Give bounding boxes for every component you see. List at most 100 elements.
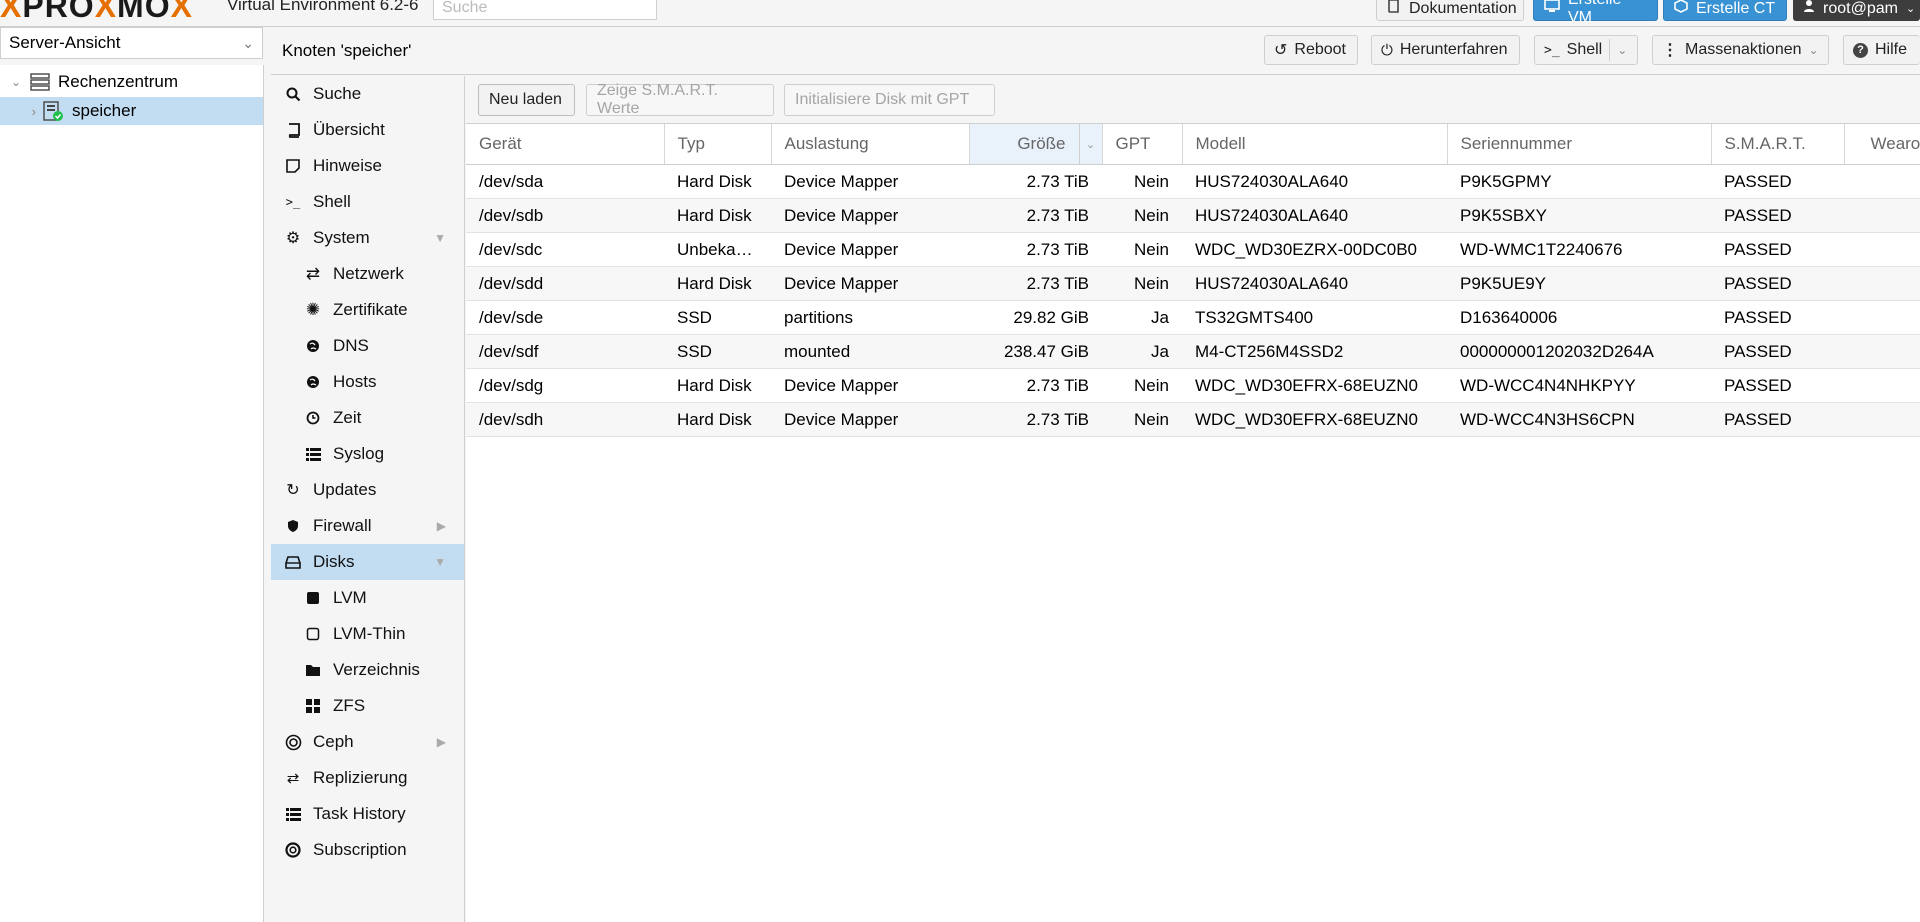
desktop-icon xyxy=(1544,0,1560,18)
user-icon xyxy=(1803,0,1815,18)
cell-wearout xyxy=(1844,334,1920,369)
menu-item-hosts[interactable]: Hosts xyxy=(271,364,464,400)
column-header-gpt[interactable]: GPT xyxy=(1102,124,1183,165)
cell-size: 2.73 TiB xyxy=(969,198,1102,233)
column-header-device[interactable]: Gerät xyxy=(466,124,665,165)
cell-model: TS32GMTS400 xyxy=(1182,300,1447,335)
globe-icon xyxy=(301,375,325,389)
cell-gpt: Nein xyxy=(1102,164,1182,199)
server-stack-icon xyxy=(30,73,50,91)
search-input[interactable]: Suche xyxy=(433,0,657,20)
create-ct-button[interactable]: Erstelle CT xyxy=(1663,0,1787,21)
ellipsis-vertical-icon: ⋮ xyxy=(1662,42,1678,59)
cell-device: /dev/sda xyxy=(466,164,664,199)
menu-item-notes[interactable]: Hinweise xyxy=(271,148,464,184)
cell-smart: PASSED xyxy=(1711,232,1844,267)
show-smart-button[interactable]: Zeige S.M.A.R.T. Werte xyxy=(586,82,774,117)
ceph-icon xyxy=(281,734,305,751)
cell-gpt: Ja xyxy=(1102,300,1182,335)
init-gpt-button[interactable]: Initialisiere Disk mit GPT xyxy=(784,84,995,116)
undo-icon: ↺ xyxy=(1274,42,1288,59)
column-header-smart[interactable]: S.M.A.R.T. xyxy=(1711,124,1845,165)
column-header-wearout[interactable]: Wearout xyxy=(1844,124,1920,165)
cell-wearout xyxy=(1844,368,1920,403)
column-header-model[interactable]: Modell xyxy=(1182,124,1448,165)
table-row[interactable]: /dev/sdd Hard Disk Device Mapper 2.73 TiB Ne… xyxy=(466,266,1920,301)
cell-gpt: Nein xyxy=(1102,368,1182,403)
cell-type: SSD xyxy=(664,334,771,369)
cell-smart: PASSED xyxy=(1711,334,1844,369)
menu-item-search[interactable]: Suche xyxy=(271,76,464,112)
cell-size: 2.73 TiB xyxy=(969,368,1102,403)
panel-splitter[interactable] xyxy=(264,27,271,922)
node-menu: Suche Übersicht Hinweise >_ Shell ⚙ System… xyxy=(271,76,465,922)
menu-item-firewall[interactable]: Firewall ▶ xyxy=(271,508,464,544)
view-selector[interactable]: Server-Ansicht ⌄ xyxy=(0,27,263,59)
menu-item-task-history[interactable]: Task History xyxy=(271,796,464,832)
cell-usage: Device Mapper xyxy=(771,198,969,233)
menu-item-overview[interactable]: Übersicht xyxy=(271,112,464,148)
cell-model: M4-CT256M4SSD2 xyxy=(1182,334,1447,369)
column-menu-trigger-icon[interactable]: ⌄ xyxy=(1078,124,1102,164)
cell-smart: PASSED xyxy=(1711,266,1844,301)
help-button[interactable]: ? Hilfe xyxy=(1843,35,1920,65)
collapse-arrow-icon: ▼ xyxy=(434,231,446,245)
shutdown-button[interactable]: ⏻ Herunterfahren xyxy=(1371,35,1520,65)
cell-usage: mounted xyxy=(771,334,969,369)
menu-item-network[interactable]: ⇄ Netzwerk xyxy=(271,256,464,292)
menu-item-replication[interactable]: ⇄ Replizierung xyxy=(271,760,464,796)
cell-usage: Device Mapper xyxy=(771,266,969,301)
bulk-actions-button[interactable]: ⋮ Massenaktionen ⌄ xyxy=(1652,35,1829,65)
cell-wearout xyxy=(1844,402,1920,437)
cell-device: /dev/sdc xyxy=(466,232,664,267)
menu-item-system[interactable]: ⚙ System ▼ xyxy=(271,220,464,256)
shell-button[interactable]: >_ Shell ⌄ xyxy=(1534,35,1638,65)
column-header-serial[interactable]: Seriennummer xyxy=(1447,124,1712,165)
node-header: Knoten 'speicher' ↺ Reboot ⏻ Herunterfah… xyxy=(271,27,1920,75)
collapse-arrow-icon: ▼ xyxy=(434,555,446,569)
chevron-down-icon[interactable]: ⌄ xyxy=(1617,43,1627,57)
cube-icon xyxy=(1674,0,1688,18)
menu-item-lvm-thin[interactable]: LVM-Thin xyxy=(271,616,464,652)
book-icon xyxy=(281,122,305,138)
cell-gpt: Nein xyxy=(1102,232,1182,267)
tree-item-node[interactable]: › speicher xyxy=(0,97,263,125)
user-menu-button[interactable]: root@pam ⌄ xyxy=(1793,0,1920,21)
collapse-icon: ⌄ xyxy=(10,75,22,89)
cell-wearout xyxy=(1844,164,1920,199)
cell-serial: P9K5UE9Y xyxy=(1447,266,1711,301)
reload-button[interactable]: Neu laden xyxy=(478,84,575,116)
table-row[interactable]: /dev/sdc Unbeka… Device Mapper 2.73 TiB Nein… xyxy=(466,232,1920,267)
menu-item-dns[interactable]: DNS xyxy=(271,328,464,364)
note-icon xyxy=(281,159,305,173)
reboot-button[interactable]: ↺ Reboot xyxy=(1264,35,1358,65)
menu-item-updates[interactable]: ↻ Updates xyxy=(271,472,464,508)
menu-item-disks[interactable]: Disks ▼ xyxy=(271,544,464,580)
column-header-size[interactable]: Größe ⌄ xyxy=(969,124,1103,165)
column-header-usage[interactable]: Auslastung xyxy=(771,124,970,165)
table-row[interactable]: /dev/sdg Hard Disk Device Mapper 2.73 TiB Ne… xyxy=(466,368,1920,403)
column-header-type[interactable]: Typ xyxy=(664,124,772,165)
menu-item-zfs[interactable]: ZFS xyxy=(271,688,464,724)
cell-serial: 000000001202032D264A xyxy=(1447,334,1711,369)
menu-item-subscription[interactable]: Subscription xyxy=(271,832,464,868)
menu-item-time[interactable]: Zeit xyxy=(271,400,464,436)
menu-item-ceph[interactable]: Ceph ▶ xyxy=(271,724,464,760)
table-row[interactable]: /dev/sdh Hard Disk Device Mapper 2.73 TiB Ne… xyxy=(466,402,1920,437)
table-row[interactable]: /dev/sdb Hard Disk Device Mapper 2.73 TiB Ne… xyxy=(466,198,1920,233)
cell-wearout xyxy=(1844,300,1920,335)
tree-item-datacenter[interactable]: ⌄ Rechenzentrum xyxy=(0,68,263,96)
menu-item-certificates[interactable]: ✺ Zertifikate xyxy=(271,292,464,328)
menu-item-shell[interactable]: >_ Shell xyxy=(271,184,464,220)
create-vm-button[interactable]: Erstelle VM xyxy=(1533,0,1658,26)
documentation-button[interactable]: Dokumentation xyxy=(1376,0,1524,21)
certificate-icon: ✺ xyxy=(305,300,321,319)
menu-item-directory[interactable]: Verzeichnis xyxy=(271,652,464,688)
table-row[interactable]: /dev/sda Hard Disk Device Mapper 2.73 TiB Ne… xyxy=(466,164,1920,199)
cell-device: /dev/sde xyxy=(466,300,664,335)
menu-item-lvm[interactable]: LVM xyxy=(271,580,464,616)
list-icon xyxy=(301,447,325,461)
table-row[interactable]: /dev/sde SSD partitions 29.82 GiB Ja TS32GMTS… xyxy=(466,300,1920,335)
menu-item-syslog[interactable]: Syslog xyxy=(271,436,464,472)
table-row[interactable]: /dev/sdf SSD mounted 238.47 GiB Ja M4-CT256M4… xyxy=(466,334,1920,369)
